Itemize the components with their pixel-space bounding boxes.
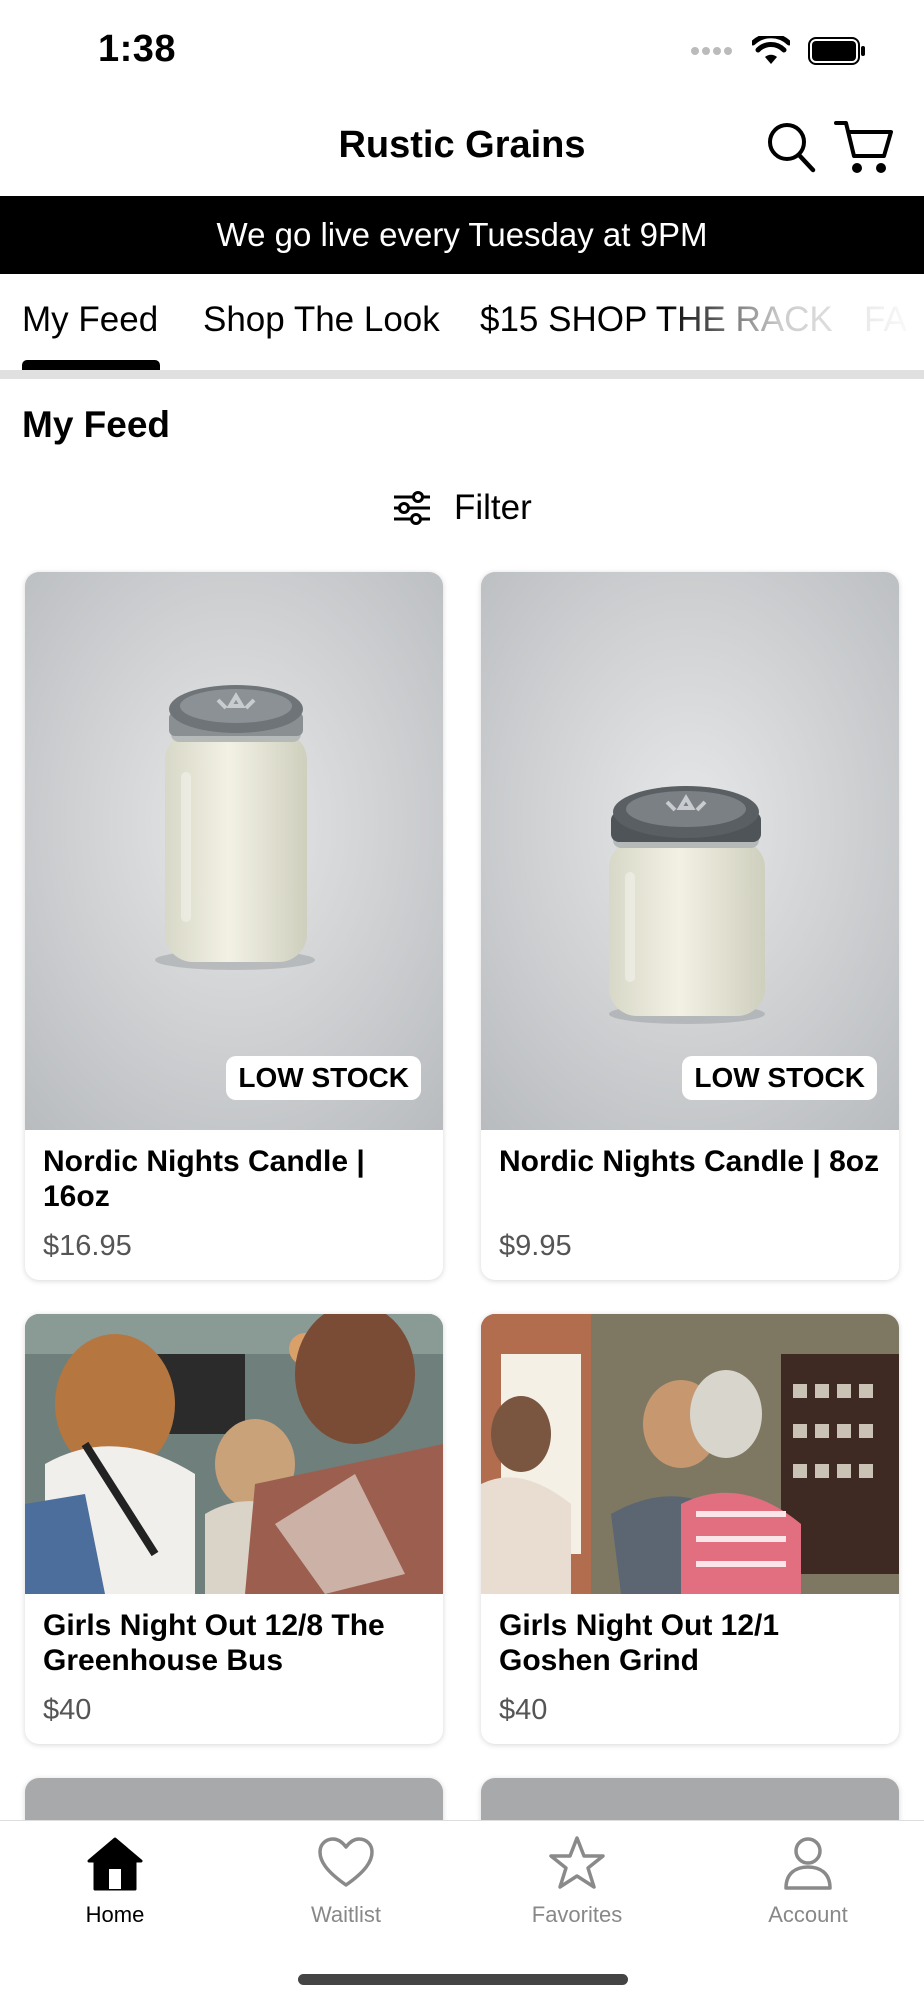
low-stock-badge: LOW STOCK (682, 1056, 877, 1100)
product-price: $9.95 (499, 1230, 572, 1262)
tab-divider (0, 370, 924, 379)
product-name: Girls Night Out 12/1 Goshen Grind (499, 1609, 780, 1677)
home-indicator (298, 1974, 628, 1985)
nav-account-label: Account (768, 1902, 848, 1927)
product-price: $40 (43, 1694, 92, 1726)
home-icon (87, 1837, 143, 1891)
nav-favorites-label: Favorites (531, 1902, 623, 1927)
low-stock-badge: LOW STOCK (226, 1056, 421, 1100)
status-time: 1:38 (98, 28, 177, 70)
person-icon (784, 1837, 832, 1890)
event-crowd-photo (25, 1314, 443, 1594)
tab-shop-the-look[interactable]: Shop The Look (203, 300, 440, 340)
section-title: My Feed (22, 404, 171, 445)
product-name: Nordic Nights Candle | 16oz (43, 1145, 365, 1213)
active-tab-indicator (22, 360, 160, 370)
product-card[interactable]: Girls Night Out 12/8 The Greenhouse Bus … (25, 1314, 443, 1744)
filter-button[interactable]: Filter (392, 488, 532, 528)
category-tabs: My Feed Shop The Look $15 SHOP THE RACK … (0, 274, 924, 370)
tab-shop-the-rack[interactable]: $15 SHOP THE RACK (480, 300, 833, 340)
tab-my-feed[interactable]: My Feed (22, 300, 158, 340)
event-women-hugging-photo (481, 1314, 899, 1594)
wifi-icon (752, 36, 790, 64)
nav-home-label: Home (85, 1902, 145, 1927)
product-card[interactable]: LOW STOCK Nordic Nights Candle | 16oz $1… (25, 572, 443, 1280)
search-icon[interactable] (766, 120, 816, 174)
top-nav-bar: Rustic Grains (0, 100, 924, 196)
nav-favorites[interactable]: Favorites (487, 1835, 667, 1928)
product-price: $16.95 (43, 1230, 132, 1262)
nav-waitlist[interactable]: Waitlist (256, 1835, 436, 1928)
product-name: Nordic Nights Candle | 8oz (499, 1145, 880, 1178)
product-card[interactable]: Girls Night Out 12/1 Goshen Grind $40 (481, 1314, 899, 1744)
nav-waitlist-label: Waitlist (310, 1902, 382, 1927)
filter-sliders-icon (394, 491, 430, 525)
product-name: Girls Night Out 12/8 The Greenhouse Bus (43, 1609, 385, 1677)
filter-label: Filter (454, 488, 532, 527)
star-icon (549, 1836, 605, 1889)
product-price: $40 (499, 1694, 548, 1726)
status-bar: 1:38 (0, 0, 924, 100)
announcement-banner: We go live every Tuesday at 9PM (0, 196, 924, 274)
signal-icon (691, 47, 732, 55)
cart-icon[interactable] (834, 118, 894, 176)
heart-icon (318, 1837, 374, 1887)
nav-account[interactable]: Account (718, 1835, 898, 1928)
nav-home[interactable]: Home (25, 1835, 205, 1928)
product-card[interactable]: LOW STOCK Nordic Nights Candle | 8oz $9.… (481, 572, 899, 1280)
tab-fa[interactable]: FA (864, 300, 907, 340)
candle-8oz-photo (481, 572, 899, 1130)
status-icons (690, 36, 866, 66)
candle-16oz-photo (25, 572, 443, 1130)
battery-icon (808, 37, 865, 65)
